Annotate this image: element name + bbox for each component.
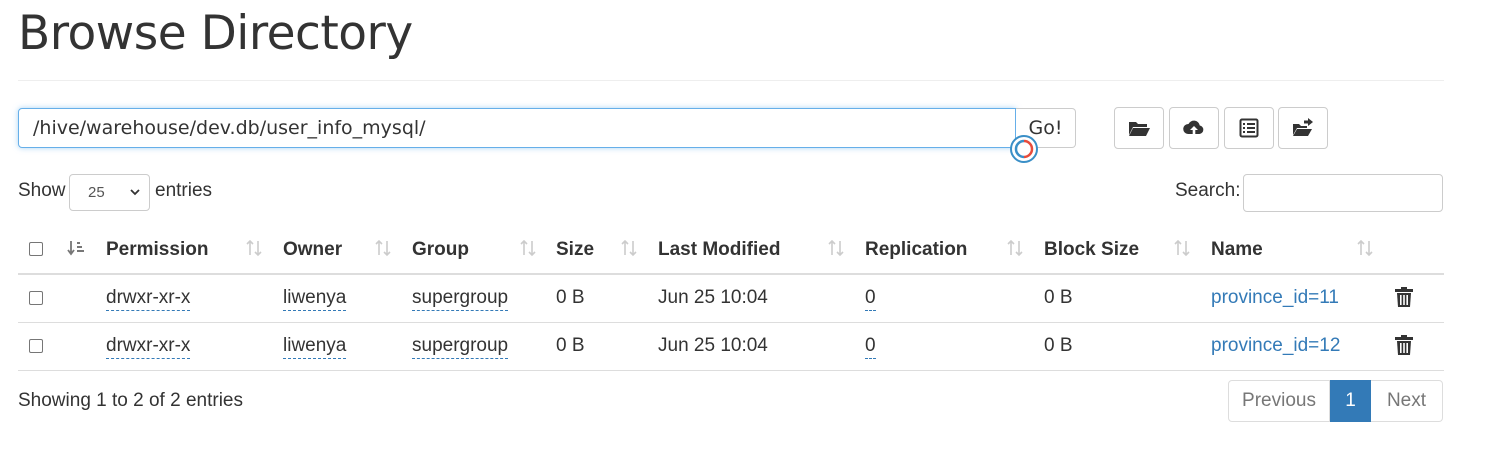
name-link[interactable]: province_id=11 [1211,287,1339,309]
sort-both-icon[interactable] [519,239,537,257]
owner-cell[interactable]: liwenya [283,287,347,311]
replication-cell[interactable]: 0 [865,335,876,359]
trash-icon[interactable] [1394,286,1414,308]
search-label: Search: [1175,180,1241,201]
upload-button[interactable] [1169,107,1219,149]
trash-icon[interactable] [1394,334,1414,356]
block-size-cell: 0 B [1044,287,1073,308]
sort-both-icon[interactable] [374,239,392,257]
page-1-button[interactable]: 1 [1330,380,1371,422]
row-checkbox[interactable] [29,291,43,305]
sort-both-icon[interactable] [620,239,638,257]
path-input[interactable] [18,108,1016,148]
column-replication[interactable]: Replication [865,239,967,261]
block-size-cell: 0 B [1044,335,1073,356]
entries-per-page-select[interactable]: 25 [69,174,150,211]
cut-paste-button[interactable] [1278,107,1328,149]
directory-table: Permission Owner Group Size Last Modifie… [18,228,1444,371]
create-directory-button[interactable] [1114,107,1164,149]
replication-cell[interactable]: 0 [865,287,876,311]
group-cell[interactable]: supergroup [412,287,509,311]
name-link[interactable]: province_id=12 [1211,335,1340,357]
folder-move-icon [1293,118,1313,136]
column-permission[interactable]: Permission [106,239,208,261]
column-last-modified[interactable]: Last Modified [658,239,780,261]
chevron-down-icon [130,189,140,196]
column-name[interactable]: Name [1211,239,1263,261]
sort-both-icon[interactable] [1006,239,1024,257]
list-alt-icon [1239,118,1259,138]
owner-cell[interactable]: liwenya [283,335,347,359]
table-info: Showing 1 to 2 of 2 entries [18,390,243,411]
select-all-checkbox[interactable] [29,242,43,256]
size-cell: 0 B [556,287,585,308]
table-row: drwxr-xr-x liwenya supergroup 0 B Jun 25… [18,275,1444,323]
sort-both-icon[interactable] [1173,239,1191,257]
previous-page-button[interactable]: Previous [1228,380,1330,422]
column-size[interactable]: Size [556,239,594,261]
size-cell: 0 B [556,335,585,356]
column-group[interactable]: Group [412,239,469,261]
view-list-button[interactable] [1224,107,1274,149]
refresh-icon[interactable] [1009,134,1039,164]
permission-cell[interactable]: drwxr-xr-x [106,287,191,311]
last-modified-cell: Jun 25 10:04 [658,287,768,308]
show-label: Show [18,180,66,201]
entries-label: entries [155,180,213,201]
sort-desc-icon[interactable] [67,239,85,257]
column-block-size[interactable]: Block Size [1044,239,1139,261]
cloud-upload-icon [1183,120,1204,135]
title-divider [18,80,1444,81]
page-title: Browse Directory [18,6,413,61]
search-input[interactable] [1243,174,1443,212]
entries-per-page-value: 25 [88,184,105,201]
row-checkbox[interactable] [29,339,43,353]
column-owner[interactable]: Owner [283,239,342,261]
sort-both-icon[interactable] [827,239,845,257]
last-modified-cell: Jun 25 10:04 [658,335,768,356]
group-cell[interactable]: supergroup [412,335,509,359]
table-header: Permission Owner Group Size Last Modifie… [18,228,1444,275]
table-row: drwxr-xr-x liwenya supergroup 0 B Jun 25… [18,323,1444,371]
permission-cell[interactable]: drwxr-xr-x [106,335,191,359]
sort-both-icon[interactable] [245,239,263,257]
folder-open-icon [1129,122,1150,136]
pagination: Previous 1 Next [1228,380,1443,422]
next-page-button[interactable]: Next [1371,380,1443,422]
sort-both-icon[interactable] [1356,239,1374,257]
